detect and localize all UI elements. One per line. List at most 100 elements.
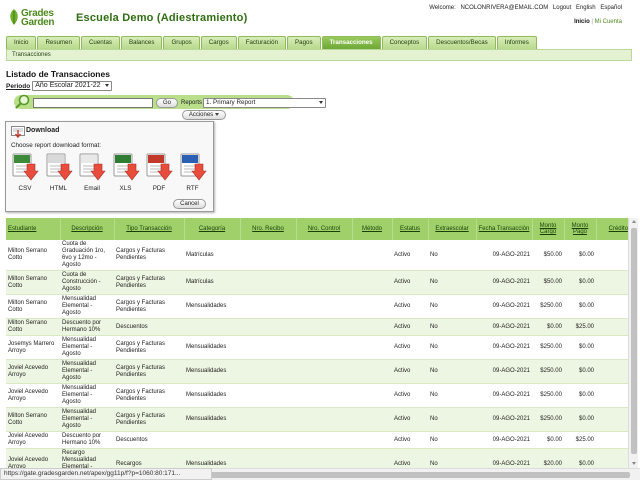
col-header-categor-a[interactable]: Categoría [184, 218, 241, 240]
table-cell [296, 270, 352, 295]
lang-english-link[interactable]: English [576, 5, 596, 11]
scroll-thumb-horizontal[interactable] [210, 472, 630, 478]
table-cell: Mensualidad Elemental - Agosto [60, 407, 114, 432]
table-cell: Mensualidades [184, 407, 240, 432]
table-cell [352, 318, 392, 336]
col-header-monto-pago[interactable]: Monto Pago [564, 218, 597, 240]
format-xls-option[interactable]: XLS [110, 152, 142, 192]
table-cell: Joviel Acevedo Arroyo [6, 359, 60, 384]
table-row[interactable]: Joviel Acevedo Arroyo Descuento por Herma… [6, 431, 628, 449]
transactions-table: Estudiante Descripción Tipo Transacción Cat… [6, 218, 628, 468]
table-cell: Cargos y Facturas Pendientes [114, 359, 184, 384]
tab-grupos[interactable]: Grupos [163, 36, 200, 49]
tab-informes[interactable]: Informes [496, 36, 537, 49]
table-cell: $0.00 [564, 294, 596, 319]
acciones-label: Acciones [188, 112, 214, 118]
top-links: Inicio | Mi Cuenta [574, 19, 622, 25]
table-cell: No [428, 407, 476, 432]
vertical-scrollbar[interactable] [628, 218, 638, 468]
cancel-button[interactable]: Cancel [173, 199, 206, 209]
table-row[interactable]: Milton Serrano Cotto Mensualidad Elementa… [6, 407, 628, 432]
subnav-transacciones[interactable]: Transacciones [12, 52, 51, 58]
table-cell [296, 335, 352, 360]
table-cell: Mensualidades [184, 294, 240, 319]
col-header-cr-dito-aumento[interactable]: Crédito Aumento [596, 218, 628, 240]
col-header-nro-recibo[interactable]: Nro. Recibo [240, 218, 297, 240]
tab-conceptos[interactable]: Conceptos [381, 36, 428, 49]
periodo-select[interactable]: Año Escolar 2021-22 [32, 81, 112, 91]
table-row[interactable]: Milton Serrano Cotto Mensualidad Elementa… [6, 294, 628, 319]
col-header-descripci-n[interactable]: Descripción [60, 218, 115, 240]
search-icon [15, 94, 30, 109]
table-cell: $0.00 [564, 407, 596, 432]
scroll-down-icon[interactable] [632, 462, 636, 465]
table-cell: $0 [596, 359, 628, 384]
col-header-tipo-transacci-n[interactable]: Tipo Transacción [114, 218, 185, 240]
table-cell: $250.00 [532, 294, 564, 319]
go-button[interactable]: Go [156, 98, 178, 108]
table-cell: Mensualidad Elemental - Agosto [60, 359, 114, 384]
format-rtf-option[interactable]: RTF [177, 152, 209, 192]
tab-balances[interactable]: Balances [120, 36, 163, 49]
mi-cuenta-link[interactable]: Mi Cuenta [595, 19, 622, 25]
table-row[interactable]: Joviel Acevedo Arroyo Mensualidad Element… [6, 383, 628, 408]
table-cell [352, 240, 392, 271]
col-header-extraescolar[interactable]: Extraescolar [428, 218, 477, 240]
logout-link[interactable]: Logout [553, 5, 571, 11]
tab-cargos[interactable]: Cargos [200, 36, 237, 49]
col-header-monto-cargo[interactable]: Monto Cargo [532, 218, 565, 240]
col-header-m-todo[interactable]: Método [352, 218, 393, 240]
tab-descuentos-becas[interactable]: Descuentos/Becas [428, 36, 496, 49]
format-csv-option[interactable]: CSV [9, 152, 41, 192]
format-html-option[interactable]: HTML [43, 152, 75, 192]
table-cell: Descuentos [114, 431, 184, 449]
table-cell: Milton Serrano Cotto [6, 318, 60, 336]
tab-resumen[interactable]: Resumen [37, 36, 80, 49]
periodo-row: Periodo Año Escolar 2021-22 [6, 81, 112, 91]
table-cell [240, 431, 296, 449]
table-cell: Cargos y Facturas Pendientes [114, 240, 184, 271]
reports-select[interactable]: 1. Primary Report [203, 98, 326, 108]
acciones-button[interactable]: Acciones [182, 110, 226, 120]
col-header-fecha-transacci-n[interactable]: Fecha Transacción [476, 218, 533, 240]
table-cell: No [428, 318, 476, 336]
table-row[interactable]: Joviel Acevedo Arroyo Recargo Mensualidad… [6, 448, 628, 468]
table-row[interactable]: Milton Serrano Cotto Descuento por Herman… [6, 318, 628, 336]
col-header-nro-control[interactable]: Nro. Control [296, 218, 353, 240]
table-cell: 09-AGO-2021 [476, 448, 532, 468]
table-cell [240, 335, 296, 360]
tab-pagos[interactable]: Pagos [287, 36, 321, 49]
tab-facturaci-n[interactable]: Facturación [237, 36, 287, 49]
format-label: CSV [18, 185, 32, 192]
scroll-up-icon[interactable] [632, 220, 636, 223]
table-cell: No [428, 270, 476, 295]
format-email-option[interactable]: Email [76, 152, 108, 192]
search-input[interactable] [33, 98, 153, 108]
download-title: Download [26, 127, 60, 134]
tab-inicio[interactable]: Inicio [6, 36, 37, 49]
brand-logo[interactable]: Grades Garden [8, 8, 68, 30]
table-cell [184, 431, 240, 449]
table-row[interactable]: Joviel Acevedo Arroyo Mensualidad Element… [6, 359, 628, 384]
table-cell [240, 270, 296, 295]
tab-transacciones[interactable]: Transacciones [321, 36, 381, 49]
table-row[interactable]: Josemys Marrero Arroyo Mensualidad Elemen… [6, 335, 628, 360]
format-pdf-option[interactable]: PDF [143, 152, 175, 192]
table-cell: 09-AGO-2021 [476, 407, 532, 432]
table-cell: $250.00 [532, 359, 564, 384]
scroll-thumb[interactable] [631, 228, 637, 454]
tab-cuentas[interactable]: Cuentas [80, 36, 120, 49]
table-cell: No [428, 294, 476, 319]
table-cell: 09-AGO-2021 [476, 240, 532, 271]
col-header-estatus[interactable]: Estatus [392, 218, 429, 240]
table-cell: Activo [392, 407, 428, 432]
lang-spanish-link[interactable]: Español [600, 5, 622, 11]
inicio-link[interactable]: Inicio [574, 19, 590, 25]
table-cell: $0.00 [564, 270, 596, 295]
col-header-estudiante[interactable]: Estudiante [6, 218, 61, 240]
table-cell [296, 407, 352, 432]
table-row[interactable]: Milton Serrano Cotto Cuota de Construcció… [6, 270, 628, 295]
table-row[interactable]: Milton Serrano Cotto Cuota de Graduación … [6, 240, 628, 271]
table-cell [352, 294, 392, 319]
table-cell: Milton Serrano Cotto [6, 294, 60, 319]
